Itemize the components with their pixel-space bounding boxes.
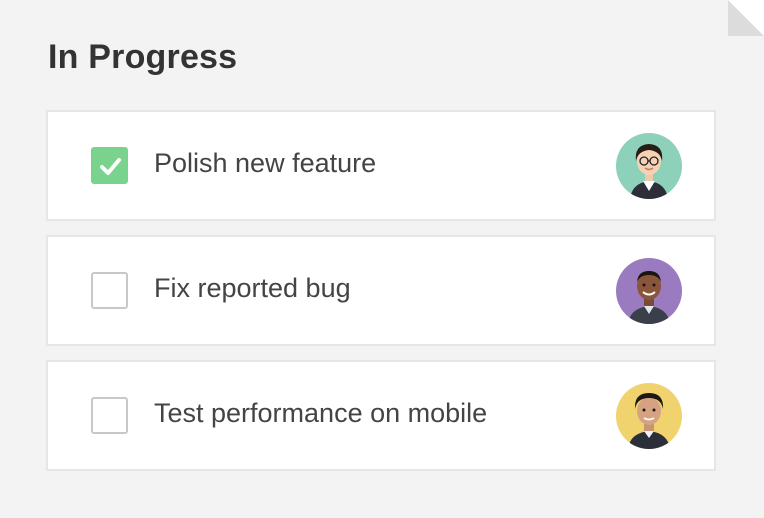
folded-corner [728, 0, 764, 36]
task-label: Polish new feature [154, 148, 377, 178]
assignee-avatar [616, 133, 682, 199]
person-man-icon [616, 383, 682, 449]
assignee-avatar [616, 383, 682, 449]
task-checkbox[interactable] [91, 272, 128, 309]
checkmark-icon [100, 158, 121, 175]
task-label: Fix reported bug [154, 273, 351, 303]
task-item[interactable]: Polish new feature [46, 110, 716, 221]
person-woman-glasses-icon [616, 133, 682, 199]
task-checkbox[interactable] [91, 397, 128, 434]
assignee-avatar [616, 258, 682, 324]
section-title: In Progress [48, 38, 238, 76]
person-man-icon [616, 258, 682, 324]
task-item[interactable]: Fix reported bug [46, 235, 716, 346]
task-checkbox-checked[interactable] [91, 147, 128, 184]
task-item[interactable]: Test performance on mobile [46, 360, 716, 471]
task-card: In Progress Polish new feature Fix repor… [0, 0, 764, 518]
task-list: Polish new feature Fix reported bug Test… [46, 110, 716, 485]
task-label: Test performance on mobile [154, 398, 488, 428]
